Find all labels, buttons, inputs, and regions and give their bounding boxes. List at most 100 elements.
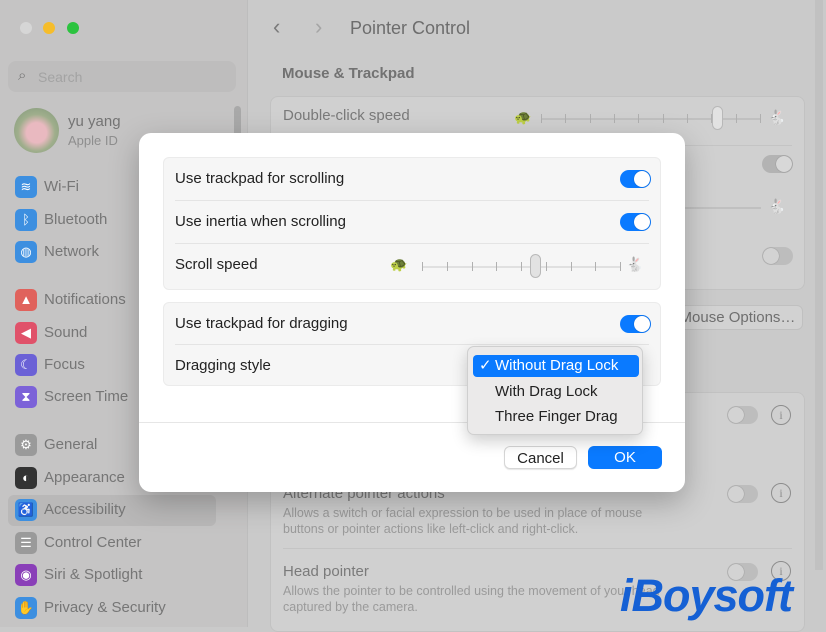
iboysoft-logo: iBoysoft <box>620 570 793 621</box>
slider-tick <box>545 262 547 271</box>
toggle[interactable] <box>727 406 758 424</box>
search-input[interactable]: ⌕ Search <box>8 61 236 92</box>
slider-tick <box>620 262 621 271</box>
dragging-style-label: Dragging style <box>175 357 271 374</box>
search-icon: ⌕ <box>18 67 27 84</box>
main-scrollbar[interactable] <box>815 0 823 570</box>
dragging-label: Use trackpad for dragging <box>175 315 348 332</box>
dragging-style-menu: ✓ Without Drag Lock With Drag Lock Three Fi… <box>467 346 643 435</box>
zoom-button[interactable] <box>67 22 79 34</box>
control-center-icon: ☰ <box>15 532 37 554</box>
sidebar-item-label: Accessibility <box>44 501 126 518</box>
mouse-options-button[interactable]: Mouse Options… <box>672 305 803 330</box>
slider-thumb[interactable] <box>530 254 542 278</box>
siri-icon: ◉ <box>15 564 37 586</box>
trackpad-options-dialog: Use trackpad for scrolling Use inertia w… <box>139 133 685 492</box>
sidebar-item-label: Screen Time <box>44 388 129 405</box>
head-desc: captured by the camera. <box>283 600 418 614</box>
turtle-icon: 🐢 <box>514 109 532 125</box>
page-title: Pointer Control <box>350 18 471 38</box>
forward-icon[interactable]: › <box>315 14 322 40</box>
sidebar-item-label: Appearance <box>44 469 125 486</box>
menu-option[interactable]: With Drag Lock <box>473 381 639 403</box>
slider-tick <box>521 262 522 271</box>
scrolling-toggle[interactable] <box>620 170 651 188</box>
globe-icon: ◍ <box>15 241 37 263</box>
sidebar-item-siri-spotlight[interactable]: ◉ Siri & Spotlight <box>8 560 216 591</box>
alternate-desc: buttons or pointer actions like left-cli… <box>283 522 579 536</box>
sidebar-item-label: Control Center <box>44 534 142 551</box>
wifi-icon: ≋ <box>15 176 37 198</box>
info-icon[interactable]: i <box>771 405 791 425</box>
hourglass-icon: ⧗ <box>15 386 37 408</box>
search-placeholder: Search <box>38 69 83 85</box>
slider-tick <box>422 262 423 271</box>
sidebar-item-label: Sound <box>44 324 88 341</box>
close-button[interactable] <box>20 22 32 34</box>
sidebar-item-label: Siri & Spotlight <box>44 566 143 583</box>
turtle-icon: 🐢 <box>390 256 408 272</box>
back-icon[interactable]: ‹ <box>273 14 280 40</box>
slider-thumb[interactable] <box>712 106 723 130</box>
sidebar-item-label: Network <box>44 243 100 260</box>
scroll-speed-label: Scroll speed <box>175 256 258 273</box>
slider-tick <box>638 114 640 123</box>
divider <box>283 548 792 549</box>
toggle[interactable] <box>762 155 793 173</box>
slider[interactable] <box>681 207 761 209</box>
bell-icon: ▲ <box>15 289 37 311</box>
ok-button[interactable]: OK <box>588 446 662 469</box>
minimize-button[interactable] <box>43 22 55 34</box>
menu-option-label: With Drag Lock <box>495 382 598 400</box>
scroll-speed-slider[interactable] <box>422 254 621 278</box>
appearance-icon: ◐ <box>15 467 37 489</box>
cancel-button[interactable]: Cancel <box>504 446 577 469</box>
sidebar-item-label: Wi-Fi <box>44 178 79 195</box>
sidebar-item-label: General <box>44 436 98 453</box>
bluetooth-icon: ᛒ <box>15 209 37 231</box>
divider <box>175 243 649 244</box>
alternate-toggle[interactable] <box>727 485 758 503</box>
scrolling-label: Use trackpad for scrolling <box>175 170 345 187</box>
slider-tick <box>662 114 664 123</box>
avatar[interactable] <box>14 108 59 153</box>
sidebar-item-label: Bluetooth <box>44 211 108 228</box>
checkmark-icon: ✓ <box>479 357 492 374</box>
slider-tick <box>760 114 761 123</box>
slider-tick <box>541 114 542 123</box>
dragging-toggle[interactable] <box>620 315 651 333</box>
hand-icon: ✋ <box>15 597 37 619</box>
menu-option[interactable]: ✓ Without Drag Lock <box>473 355 639 377</box>
rabbit-icon: 🐇 <box>768 109 786 125</box>
head-desc: Allows the pointer to be controlled usin… <box>283 584 660 598</box>
double-click-slider[interactable] <box>541 106 761 130</box>
toggle[interactable] <box>762 247 793 265</box>
sidebar-item-control-center[interactable]: ☰ Control Center <box>8 528 216 559</box>
slider-tick <box>471 262 473 271</box>
user-subtitle: Apple ID <box>68 133 118 148</box>
speaker-icon: ◀ <box>15 322 37 344</box>
info-icon[interactable]: i <box>771 483 791 503</box>
slider-tick <box>496 262 498 271</box>
moon-icon: ☾ <box>15 354 37 376</box>
menu-option-label: Three Finger Drag <box>495 408 618 425</box>
slider-tick <box>565 114 567 123</box>
alternate-desc: Allows a switch or facial expression to … <box>283 506 643 520</box>
sidebar-item-label: Notifications <box>44 291 126 308</box>
slider-tick <box>595 262 597 271</box>
sidebar-item-accessibility[interactable]: ♿ Accessibility <box>8 495 216 526</box>
scrolling-group: Use trackpad for scrolling Use inertia w… <box>163 157 661 290</box>
gear-icon: ⚙ <box>15 434 37 456</box>
menu-option[interactable]: Three Finger Drag <box>473 406 639 428</box>
slider-tick <box>446 262 448 271</box>
inertia-toggle[interactable] <box>620 213 651 231</box>
user-name[interactable]: yu yang <box>68 113 121 130</box>
slider-tick <box>589 114 591 123</box>
sidebar-item-privacy-security[interactable]: ✋ Privacy & Security <box>8 593 216 624</box>
sidebar-item-label: Privacy & Security <box>44 599 166 616</box>
section-title: Mouse & Trackpad <box>282 65 415 82</box>
double-click-label: Double-click speed <box>283 107 410 124</box>
head-pointer-title: Head pointer <box>283 563 369 580</box>
accessibility-icon: ♿ <box>15 499 37 521</box>
slider-tick <box>735 114 737 123</box>
